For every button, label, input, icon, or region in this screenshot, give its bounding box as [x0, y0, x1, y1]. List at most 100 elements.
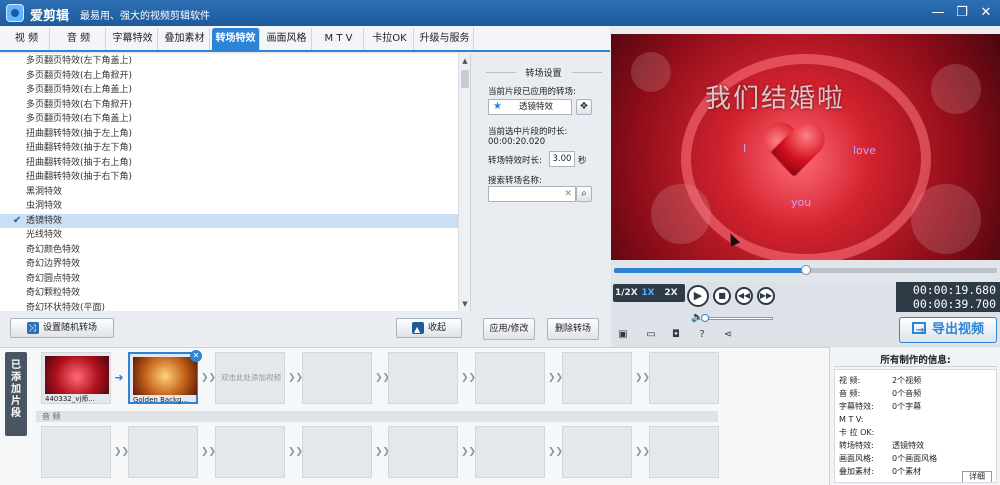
stop-icon[interactable]: ■	[713, 287, 731, 305]
tab-video[interactable]: 视 频	[4, 28, 50, 50]
info-row: 音 频: 0个音频	[839, 387, 996, 400]
effect-list-item[interactable]: 奇幻环状特效(平面)	[0, 301, 458, 312]
effect-list-item[interactable]: 扭曲翻转特效(抽于左下角)	[0, 141, 458, 156]
effect-list-item-label: 多页翻页特效(左下角盖上)	[26, 56, 133, 66]
effect-list-item[interactable]: 虫洞特效	[0, 199, 458, 214]
share-icon[interactable]: ⋖	[721, 328, 735, 341]
volume-slider[interactable]	[701, 314, 773, 322]
collapse-label: 收起	[427, 323, 446, 333]
clear-icon[interactable]: ✕	[564, 187, 572, 201]
effect-list-item[interactable]: 奇幻颜色特效	[0, 243, 458, 258]
speed-normal-button[interactable]: 1X	[639, 286, 657, 300]
effect-list-item[interactable]: ✔ 透镜特效	[0, 213, 458, 228]
search-transition-input[interactable]: ✕	[488, 186, 576, 202]
speed-half-button[interactable]: 1/2X	[615, 286, 638, 300]
empty-clip-slot[interactable]	[302, 352, 372, 404]
collapse-button[interactable]: 收起	[396, 318, 462, 339]
audio-slot[interactable]	[475, 426, 545, 478]
bokeh-light	[631, 52, 671, 92]
list-scrollbar[interactable]: ▲ ▼	[458, 54, 470, 311]
screenshot-icon[interactable]: ▣	[616, 328, 630, 341]
effect-list-item[interactable]: 光线特效	[0, 228, 458, 243]
tab-upgrade-service[interactable]: 升级与服务	[416, 28, 474, 50]
tab-mtv[interactable]: M T V	[314, 28, 364, 50]
effect-list-item[interactable]: 多页翻页特效(右上角盖上)	[0, 83, 458, 98]
speed-double-button[interactable]: 2X	[661, 286, 681, 300]
audio-slot[interactable]	[388, 426, 458, 478]
info-key: M T V:	[839, 415, 864, 424]
info-value: 2个视频	[892, 376, 922, 385]
audio-slot[interactable]	[302, 426, 372, 478]
tab-overlay-material[interactable]: 叠加素材	[160, 28, 210, 50]
previous-frame-icon[interactable]: ◀◀	[735, 287, 753, 305]
scrubber-track[interactable]	[614, 265, 997, 275]
effect-list-item-label: 多页翻页特效(右上角掀开)	[26, 70, 133, 81]
tab-subtitle-effects[interactable]: 字幕特效	[108, 28, 158, 50]
delete-transition-button[interactable]: 删除转场	[547, 318, 599, 340]
playback-scrubber[interactable]	[611, 260, 1000, 282]
empty-clip-slot[interactable]	[388, 352, 458, 404]
empty-clip-slot[interactable]	[649, 352, 719, 404]
tab-karaoke[interactable]: 卡拉OK	[366, 28, 414, 50]
empty-clip-slot[interactable]: 双击此处添加视频	[215, 352, 285, 404]
clip-slot[interactable]: 440332_vj师...	[41, 352, 111, 404]
minimize-icon[interactable]: —	[928, 4, 948, 22]
audio-slot[interactable]	[41, 426, 111, 478]
effect-list-item[interactable]: 多页翻页特效(右下角盖上)	[0, 112, 458, 127]
preview-transition-icon[interactable]: ❖	[576, 99, 592, 115]
effect-list-item[interactable]: 多页翻页特效(右下角掀开)	[0, 98, 458, 113]
scrubber-handle[interactable]	[800, 265, 811, 275]
empty-clip-slot[interactable]	[562, 352, 632, 404]
audio-slot[interactable]	[128, 426, 198, 478]
effect-list-item[interactable]: 奇幻圆点特效	[0, 272, 458, 287]
video-preview[interactable]: 我们结婚啦 I love you	[611, 34, 1000, 260]
effect-list-item[interactable]: 多页翻页特效(右上角掀开)	[0, 69, 458, 84]
save-icon[interactable]: ◘	[669, 328, 683, 341]
scroll-up-icon[interactable]: ▲	[460, 56, 470, 66]
chevron-icon: ❯❯	[114, 447, 130, 457]
chevron-icon: ❯❯	[288, 373, 304, 383]
tab-transition-effects[interactable]: 转场特效	[212, 28, 260, 50]
empty-clip-slot[interactable]	[475, 352, 545, 404]
close-icon[interactable]: ✕	[976, 4, 996, 22]
effect-list-item[interactable]: 多页翻页特效(左下角盖上)	[0, 54, 458, 69]
detail-button[interactable]: 详细	[962, 471, 992, 482]
effect-list-item-label: 扭曲翻转特效(抽于右上角)	[26, 157, 133, 168]
folder-icon[interactable]: ▭	[644, 328, 658, 341]
random-transition-button[interactable]: 设置随机转场	[10, 318, 114, 338]
transition-effect-list: 多页翻页特效(左下角盖上) 多页翻页特效(右上角掀开) 多页翻页特效(右上角盖上) 多…	[0, 54, 471, 311]
next-frame-icon[interactable]: ▶▶	[757, 287, 775, 305]
clip-slot[interactable]: Golden Backg...	[128, 352, 198, 404]
audio-slot[interactable]	[215, 426, 285, 478]
volume-handle[interactable]	[701, 314, 710, 322]
info-key: 音 频:	[839, 389, 861, 398]
audio-slot[interactable]	[649, 426, 719, 478]
apply-transition-button[interactable]: 应用/修改	[483, 318, 535, 340]
export-video-button[interactable]: 导出视频	[899, 317, 997, 343]
project-info-panel: 所有制作的信息: 叠加素材: 0个素材 画面风格: 0个画面风格 转场特效: 透镜特效 卡 …	[829, 347, 1000, 485]
added-clips-tab[interactable]: 已添加片段	[5, 352, 27, 436]
effect-list-item[interactable]: 扭曲翻转特效(抽于右下角)	[0, 170, 458, 185]
effect-list-item[interactable]: 奇幻颗粒特效	[0, 286, 458, 301]
tab-picture-style[interactable]: 画面风格	[262, 28, 312, 50]
effect-list-item[interactable]: 扭曲翻转特效(抽于右上角)	[0, 156, 458, 171]
remove-clip-icon[interactable]: ✕	[190, 350, 202, 362]
info-value: 0个素材	[892, 467, 922, 476]
effect-list-item[interactable]: 黑洞特效	[0, 185, 458, 200]
tab-audio[interactable]: 音 频	[52, 28, 106, 50]
transition-arrow-icon: ➜	[114, 371, 124, 384]
chevron-icon: ❯❯	[375, 373, 391, 383]
help-icon[interactable]: ?	[695, 328, 709, 341]
menu-tabs: 视 频 音 频 字幕特效 叠加素材 转场特效 画面风格 M T V 卡拉OK 升…	[0, 26, 610, 52]
scroll-down-icon[interactable]: ▼	[460, 299, 470, 309]
scroll-thumb[interactable]	[461, 70, 469, 88]
restore-icon[interactable]: ❐	[952, 4, 972, 22]
play-icon[interactable]: ▶	[687, 285, 709, 307]
audio-slot[interactable]	[562, 426, 632, 478]
effect-list-item[interactable]: 奇幻边界特效	[0, 257, 458, 272]
search-icon[interactable]: ⌕	[576, 186, 592, 202]
applied-transition-field: ★ 透镜特效	[488, 99, 572, 115]
export-video-label: 导出视频	[931, 322, 984, 337]
effect-duration-input[interactable]: 3.00	[549, 151, 575, 167]
effect-list-item[interactable]: 扭曲翻转特效(抽于左上角)	[0, 127, 458, 142]
